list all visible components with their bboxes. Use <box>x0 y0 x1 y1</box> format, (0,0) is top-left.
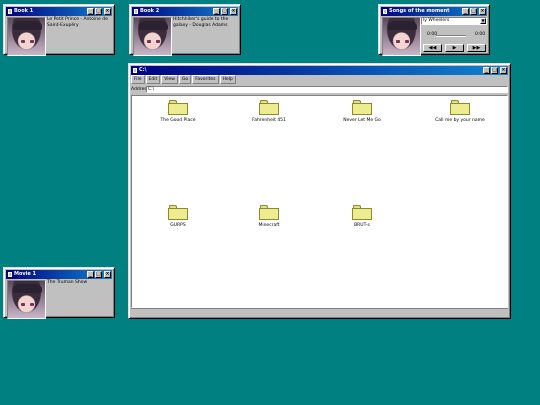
folder-item[interactable]: Minecraft <box>234 205 304 228</box>
song-select[interactable]: ly Wheelers ▼ <box>421 17 487 25</box>
maximize-button[interactable]: □ <box>95 8 102 15</box>
maximize-button[interactable]: □ <box>491 67 498 74</box>
folder-name: Call me by your name <box>435 118 485 123</box>
book-2-window[interactable]: Book 2 _ □ × Hitchhiker's guide to the g… <box>129 4 241 56</box>
player-titlebar[interactable]: Songs of the moment _ □ × <box>381 7 487 16</box>
close-button[interactable]: × <box>230 8 237 15</box>
folder-icon <box>259 205 279 220</box>
menu-bar: File Edit View Go Favorites Help <box>131 75 508 84</box>
folder-icon <box>259 100 279 115</box>
folder-item[interactable]: GURPS <box>143 205 213 228</box>
folder-item[interactable]: Fahrenheit 451 <box>234 100 304 123</box>
play-button[interactable]: ▶ <box>445 44 464 52</box>
close-button[interactable]: × <box>104 8 111 15</box>
address-input[interactable]: C:\ <box>146 86 508 93</box>
movie-1-caption: The Truman Show <box>47 280 88 285</box>
time-total: 0:00 <box>475 32 486 37</box>
book-2-titlebar[interactable]: Book 2 _ □ × <box>132 7 238 16</box>
window-icon <box>8 9 12 14</box>
folder-icon <box>352 100 372 115</box>
seek-bar[interactable] <box>436 35 466 37</box>
explorer-titlebar[interactable]: C:\ _ □ × <box>131 66 508 75</box>
folder-name: Minecraft <box>258 223 280 228</box>
maximize-button[interactable]: □ <box>470 8 477 15</box>
folder-name: GURPS <box>170 223 186 228</box>
minimize-button[interactable]: _ <box>87 8 94 15</box>
song-select-value: ly Wheelers <box>423 18 450 23</box>
minimize-button[interactable]: _ <box>462 8 469 15</box>
book-2-caption: Hitchhiker's guide to the galaxy - Dougl… <box>173 17 229 28</box>
explorer-window[interactable]: C:\ _ □ × File Edit View Go Favorites He… <box>128 63 511 319</box>
explorer-title: C:\ <box>139 67 147 73</box>
book-1-window[interactable]: Book 1 _ □ × Le Petit Prince - Antoine d… <box>3 4 115 56</box>
book-1-title: Book 1 <box>14 8 34 14</box>
minimize-button[interactable]: _ <box>483 67 490 74</box>
next-button[interactable]: ▶▶ <box>467 44 486 52</box>
file-pane[interactable]: The Good Place Fahrenheit 451 Never Let … <box>131 95 508 308</box>
book-2-title: Book 2 <box>140 8 160 14</box>
window-icon <box>134 9 138 14</box>
menu-edit[interactable]: Edit <box>145 75 161 84</box>
player-window-icon <box>383 9 387 14</box>
status-bar <box>131 308 508 316</box>
player-title: Songs of the moment <box>389 8 450 14</box>
book-2-cover-image <box>133 17 172 56</box>
folder-name: BRUT-s <box>354 223 370 228</box>
book-1-caption: Le Petit Prince - Antoine de Saint-Exupé… <box>47 17 108 28</box>
book-1-titlebar[interactable]: Book 1 _ □ × <box>6 7 112 16</box>
folder-icon <box>352 205 372 220</box>
folder-icon <box>450 100 470 115</box>
window-icon <box>8 272 12 277</box>
minimize-button[interactable]: _ <box>213 8 220 15</box>
minimize-button[interactable]: _ <box>87 271 94 278</box>
close-button[interactable]: × <box>500 67 507 74</box>
folder-name: Fahrenheit 451 <box>252 118 286 123</box>
menu-file[interactable]: File <box>131 75 145 84</box>
folder-item[interactable]: Call me by your name <box>425 100 495 123</box>
chevron-down-icon[interactable]: ▼ <box>480 18 486 24</box>
folder-item[interactable]: BRUT-s <box>327 205 397 228</box>
menu-go[interactable]: Go <box>178 75 192 84</box>
movie-1-poster-image <box>7 280 46 319</box>
folder-icon <box>168 100 188 115</box>
album-art-image <box>382 17 421 56</box>
menu-favorites[interactable]: Favorites <box>192 75 219 84</box>
folder-name: Never Let Me Go <box>343 118 381 123</box>
movie-1-title: Movie 1 <box>14 271 36 277</box>
folder-icon <box>168 205 188 220</box>
folder-name: The Good Place <box>160 118 196 123</box>
movie-1-titlebar[interactable]: Movie 1 _ □ × <box>6 270 112 279</box>
close-button[interactable]: × <box>479 8 486 15</box>
previous-button[interactable]: ◀◀ <box>423 44 442 52</box>
drive-icon <box>133 68 137 73</box>
maximize-button[interactable]: □ <box>221 8 228 15</box>
address-bar: Address C:\ <box>131 85 508 94</box>
close-button[interactable]: × <box>104 271 111 278</box>
menu-help[interactable]: Help <box>219 75 236 84</box>
music-player-window[interactable]: Songs of the moment _ □ × ly Wheelers ▼ … <box>378 4 490 56</box>
maximize-button[interactable]: □ <box>95 271 102 278</box>
folder-item[interactable]: Never Let Me Go <box>327 100 397 123</box>
menu-view[interactable]: View <box>161 75 178 84</box>
folder-item[interactable]: The Good Place <box>143 100 213 123</box>
movie-1-window[interactable]: Movie 1 _ □ × The Truman Show <box>3 267 115 319</box>
book-1-cover-image <box>7 17 46 56</box>
